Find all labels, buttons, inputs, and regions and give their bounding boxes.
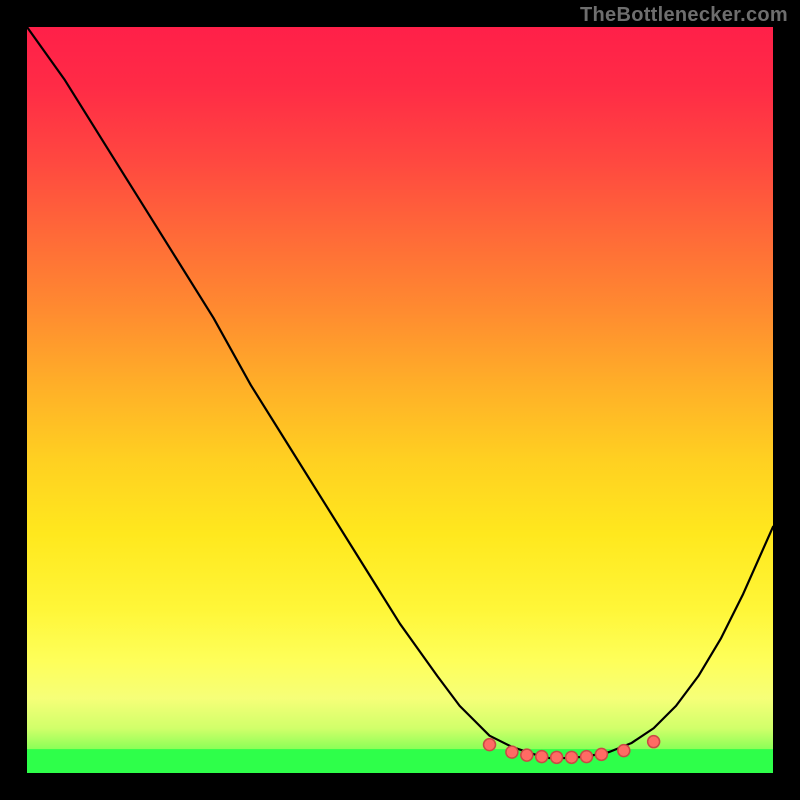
marker-dot — [618, 745, 630, 757]
gradient-background — [27, 27, 773, 773]
marker-dot — [484, 739, 496, 751]
marker-dot — [536, 751, 548, 763]
marker-dot — [581, 751, 593, 763]
chart-frame: TheBottlenecker.com — [0, 0, 800, 800]
marker-dot — [648, 736, 660, 748]
optimal-band — [27, 749, 773, 773]
marker-dot — [566, 751, 578, 763]
watermark-text: TheBottlenecker.com — [580, 4, 788, 27]
bottleneck-curve-chart — [27, 27, 773, 773]
marker-dot — [551, 751, 563, 763]
marker-dot — [595, 748, 607, 760]
plot-area — [27, 27, 773, 773]
marker-dot — [506, 746, 518, 758]
marker-dot — [521, 749, 533, 761]
